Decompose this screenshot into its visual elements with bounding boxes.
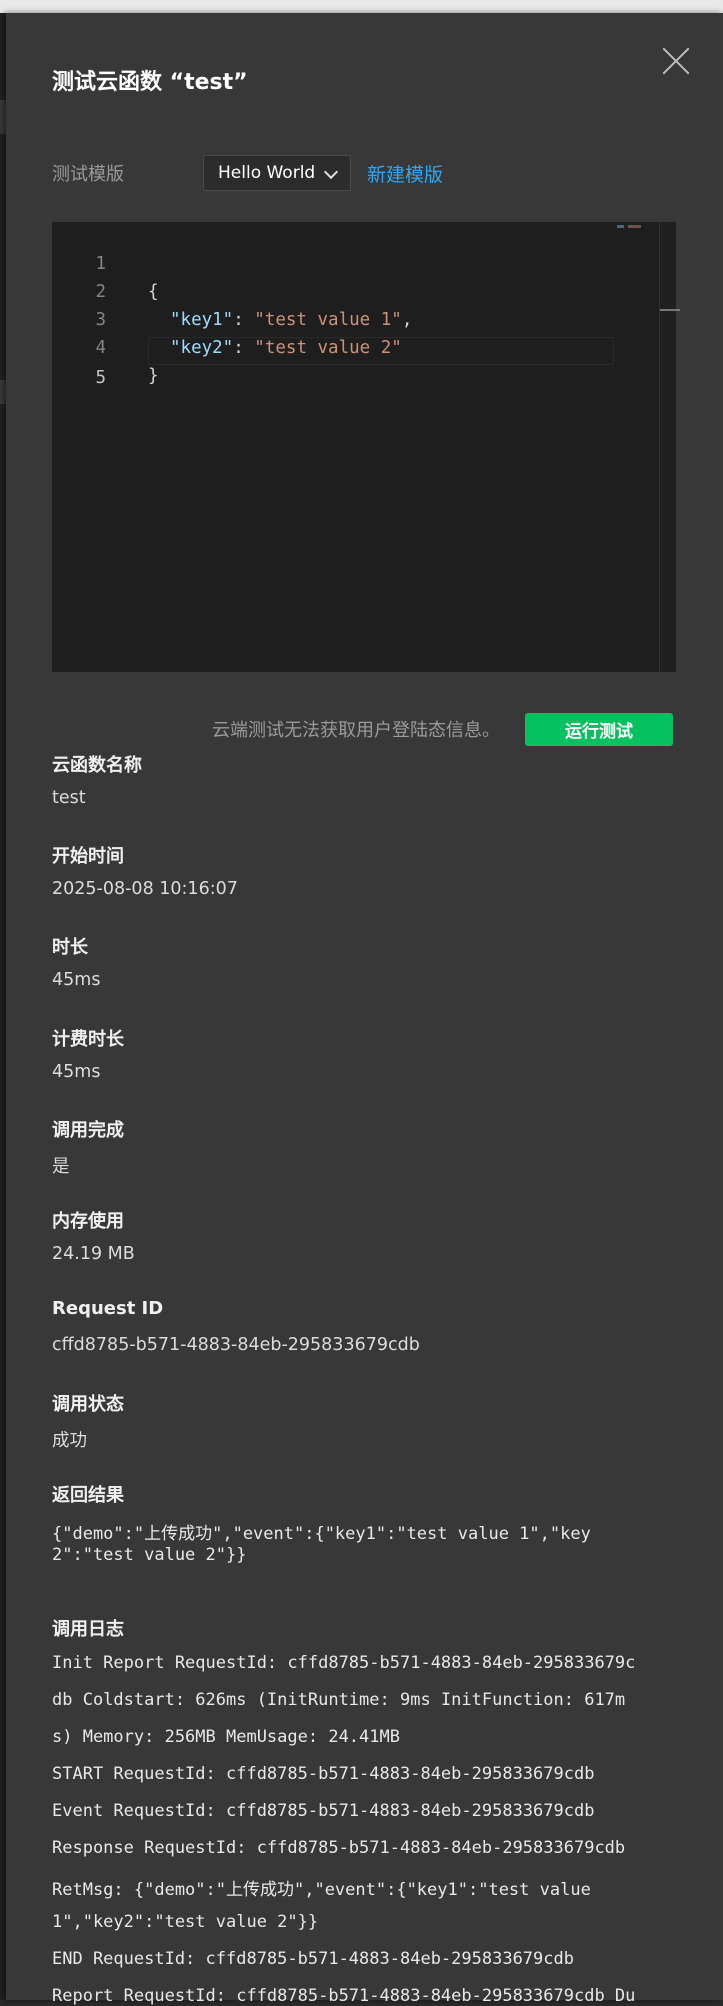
browser-top-bar xyxy=(0,0,723,13)
chevron-down-icon xyxy=(323,164,339,180)
memory-label: 内存使用 xyxy=(52,1211,124,1232)
duration-value: 45ms xyxy=(52,970,101,990)
log-line: Init Report RequestId: cffd8785-b571-488… xyxy=(52,1653,636,1673)
new-template-link[interactable]: 新建模版 xyxy=(367,160,443,187)
function-name-value: test xyxy=(52,788,86,808)
invoke-done-label: 调用完成 xyxy=(52,1120,124,1141)
request-id-label: Request ID xyxy=(52,1298,164,1319)
return-value-label: 返回结果 xyxy=(52,1485,124,1506)
log-line: RetMsg: {"demo":"上传成功","event":{"key1":"… xyxy=(52,1880,591,1900)
invoke-status-value: 成功 xyxy=(52,1431,87,1451)
code-editor[interactable]: 1 { 2 "key1": "test value 1", 3 "key2": … xyxy=(52,222,680,672)
editor-line: 4 } xyxy=(52,306,642,386)
billed-duration-label: 计费时长 xyxy=(52,1029,124,1050)
return-value-line: {"demo":"上传成功","event":{"key1":"test val… xyxy=(52,1524,591,1544)
template-label: 测试模版 xyxy=(52,164,124,185)
run-test-button[interactable]: 运行测试 xyxy=(525,713,673,746)
request-id-value: cffd8785-b571-4883-84eb-295833679cdb xyxy=(52,1335,420,1355)
close-icon[interactable] xyxy=(662,47,690,75)
log-line: END RequestId: cffd8785-b571-4883-84eb-2… xyxy=(52,1949,574,1969)
log-line: db Coldstart: 626ms (InitRuntime: 9ms In… xyxy=(52,1690,626,1710)
editor-line: 1 { xyxy=(52,222,642,302)
log-line: 1","key2":"test value 2"}} xyxy=(52,1912,319,1932)
start-time-label: 开始时间 xyxy=(52,846,124,867)
dialog-title: 测试云函数 “test” xyxy=(52,70,248,95)
log-line: START RequestId: cffd8785-b571-4883-84eb… xyxy=(52,1764,595,1784)
line-number: 5 xyxy=(95,368,106,388)
billed-duration-value: 45ms xyxy=(52,1062,101,1082)
duration-label: 时长 xyxy=(52,937,88,958)
memory-value: 24.19 MB xyxy=(52,1244,135,1264)
log-line: Event RequestId: cffd8785-b571-4883-84eb… xyxy=(52,1801,595,1821)
log-line: Report RequestId: cffd8785-b571-4883-84e… xyxy=(52,1986,636,2006)
scrollbar-thumb[interactable] xyxy=(660,309,680,311)
start-time-value: 2025-08-08 10:16:07 xyxy=(52,879,238,899)
log-line: s) Memory: 256MB MemUsage: 24.41MB xyxy=(52,1727,400,1747)
editor-line: 2 "key1": "test value 1", xyxy=(52,250,642,330)
login-state-note: 云端测试无法获取用户登陆态信息。 xyxy=(212,720,500,741)
function-name-label: 云函数名称 xyxy=(52,755,142,776)
test-function-drawer: 测试云函数 “test” 测试模版 Hello World 新建模版 1 { 2… xyxy=(6,13,723,2006)
invoke-done-value: 是 xyxy=(52,1157,70,1177)
template-select-value: Hello World xyxy=(218,163,316,183)
return-value-line: 2":"test value 2"}} xyxy=(52,1545,247,1565)
editor-line: 3 "key2": "test value 2" xyxy=(52,278,642,358)
template-select[interactable]: Hello World xyxy=(203,155,351,191)
invoke-status-label: 调用状态 xyxy=(52,1394,124,1415)
invoke-log-label: 调用日志 xyxy=(52,1619,124,1640)
editor-line: 5 xyxy=(52,336,642,388)
line-code: } xyxy=(148,366,159,386)
log-line: Response RequestId: cffd8785-b571-4883-8… xyxy=(52,1838,626,1858)
editor-scrollbar[interactable] xyxy=(659,222,680,672)
